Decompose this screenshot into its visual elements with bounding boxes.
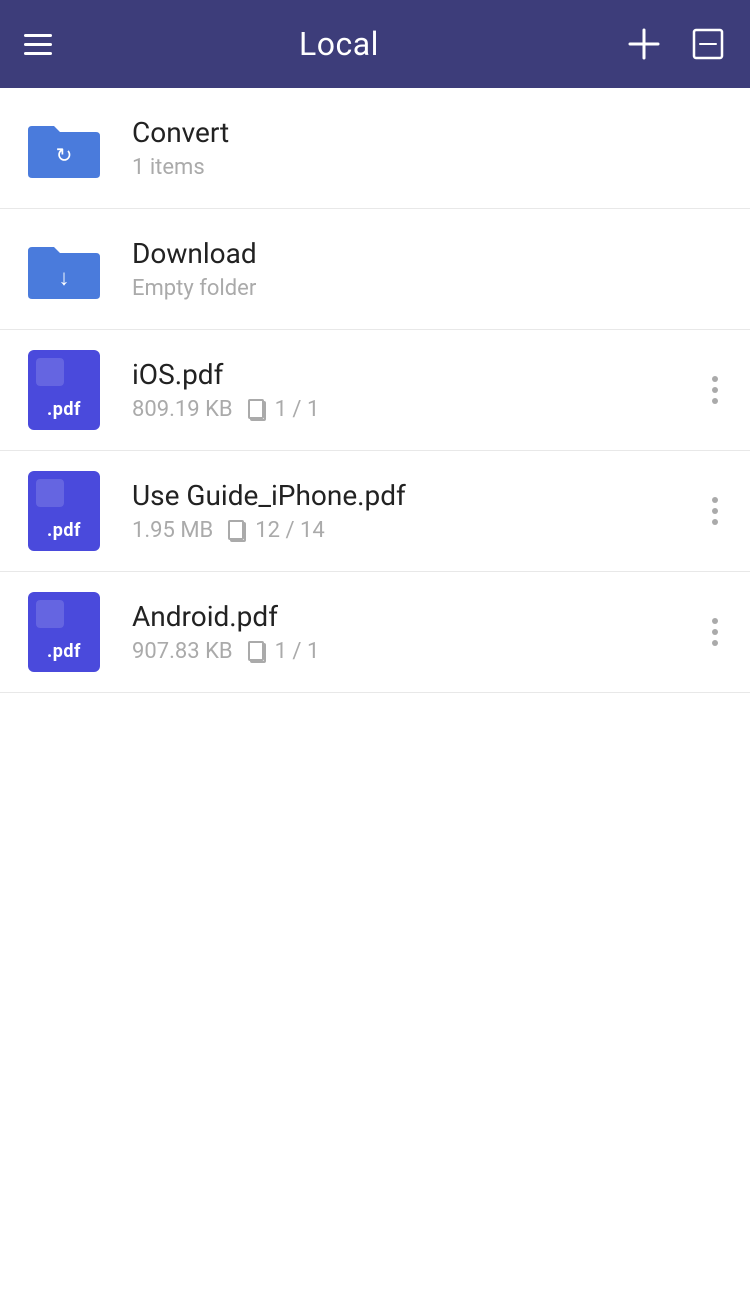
android-pdf-icon: .pdf (24, 592, 104, 672)
use-guide-pdf-menu-button[interactable] (704, 489, 726, 533)
ios-pdf-menu-button[interactable] (704, 368, 726, 412)
app-header: Local (0, 0, 750, 88)
android-pdf-info: Android.pdf 907.83 KB 1 / 1 (132, 600, 704, 664)
download-folder-info: Download Empty folder (132, 237, 726, 301)
use-guide-pdf-icon: .pdf (24, 471, 104, 551)
header-actions (626, 26, 726, 62)
use-guide-pdf-info: Use Guide_iPhone.pdf 1.95 MB 12 / 14 (132, 479, 704, 543)
convert-folder-icon: ↻ (24, 108, 104, 188)
svg-text:↻: ↻ (56, 143, 73, 167)
use-guide-pdf-name: Use Guide_iPhone.pdf (132, 479, 704, 512)
svg-text:↓: ↓ (59, 266, 70, 291)
ios-pdf-meta: 809.19 KB 1 / 1 (132, 397, 704, 422)
ios-pdf-name: iOS.pdf (132, 358, 704, 391)
file-list: ↻ Convert 1 items ↓ Download Empty folde… (0, 88, 750, 693)
pages-icon (247, 640, 269, 664)
list-item[interactable]: ↓ Download Empty folder (0, 209, 750, 330)
android-pdf-meta: 907.83 KB 1 / 1 (132, 639, 704, 664)
android-pdf-name: Android.pdf (132, 600, 704, 633)
plus-icon[interactable] (626, 26, 662, 62)
list-item[interactable]: .pdf Use Guide_iPhone.pdf 1.95 MB 12 / 1… (0, 451, 750, 572)
edit-icon[interactable] (690, 26, 726, 62)
hamburger-icon[interactable] (24, 34, 52, 55)
download-folder-icon: ↓ (24, 229, 104, 309)
download-folder-name: Download (132, 237, 726, 270)
list-item[interactable]: .pdf iOS.pdf 809.19 KB 1 / 1 (0, 330, 750, 451)
pages-icon (247, 398, 269, 422)
page-title: Local (299, 25, 379, 63)
list-item[interactable]: ↻ Convert 1 items (0, 88, 750, 209)
pages-icon (227, 519, 249, 543)
ios-pdf-info: iOS.pdf 809.19 KB 1 / 1 (132, 358, 704, 422)
download-folder-meta: Empty folder (132, 276, 726, 301)
use-guide-pdf-meta: 1.95 MB 12 / 14 (132, 518, 704, 543)
convert-folder-name: Convert (132, 116, 726, 149)
android-pdf-menu-button[interactable] (704, 610, 726, 654)
convert-folder-meta: 1 items (132, 155, 726, 180)
ios-pdf-icon: .pdf (24, 350, 104, 430)
convert-folder-info: Convert 1 items (132, 116, 726, 180)
list-item[interactable]: .pdf Android.pdf 907.83 KB 1 / 1 (0, 572, 750, 693)
